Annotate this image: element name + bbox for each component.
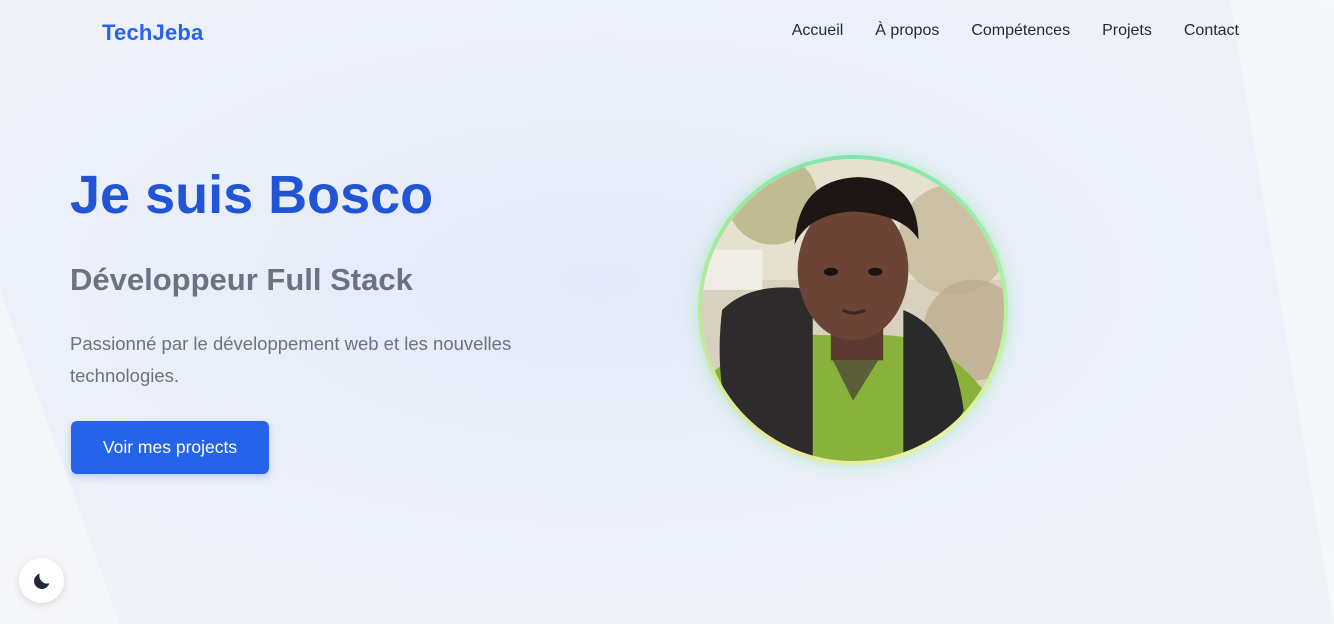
nav-item-contact[interactable]: Contact	[1184, 22, 1239, 40]
theme-toggle-button[interactable]	[19, 558, 64, 603]
hero-description: Passionné par le développement web et le…	[70, 333, 512, 386]
profile-photo	[702, 159, 1004, 461]
profile-photo-frame	[698, 155, 1008, 465]
hero-subtitle: Développeur Full Stack	[70, 262, 413, 297]
nav-item-competences[interactable]: Compétences	[971, 22, 1070, 40]
view-projects-button[interactable]: Voir mes projects	[71, 421, 269, 474]
navbar: TechJeba Accueil À propos Compétences Pr…	[0, 0, 1334, 66]
moon-icon	[33, 573, 49, 589]
background-shapes	[0, 0, 1334, 624]
brand-logo[interactable]: TechJeba	[102, 20, 203, 46]
hero-title: Je suis Bosco	[70, 165, 434, 225]
profile-photo-illustration	[702, 159, 1004, 461]
nav-links: Accueil À propos Compétences Projets Con…	[792, 22, 1239, 40]
nav-item-projets[interactable]: Projets	[1102, 22, 1152, 40]
nav-item-a-propos[interactable]: À propos	[875, 22, 939, 40]
nav-item-accueil[interactable]: Accueil	[792, 22, 844, 40]
